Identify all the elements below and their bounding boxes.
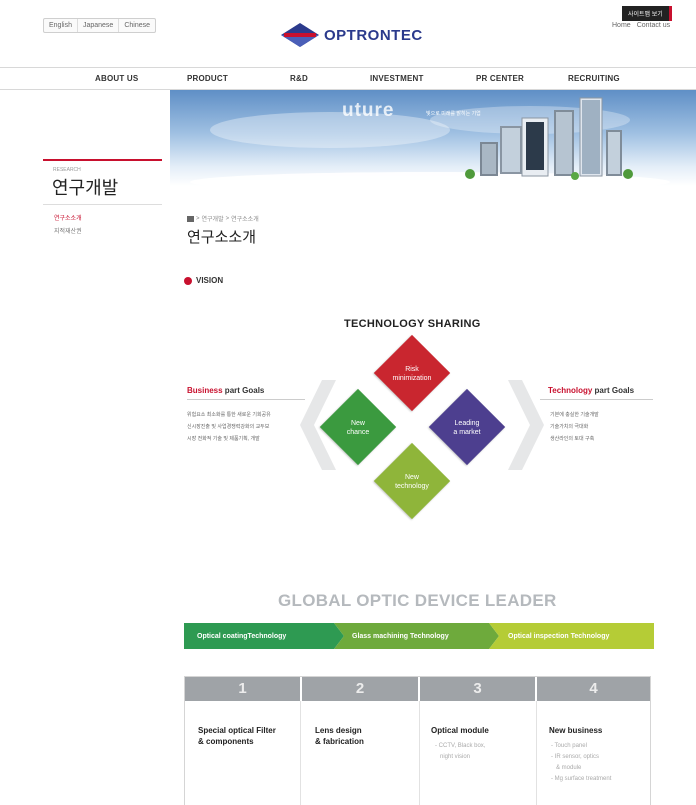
sidebar-accent-line <box>43 159 162 161</box>
ribbon-optical-inspection: Optical inspection Technology <box>508 632 610 640</box>
page-title: 연구소소개 <box>187 229 257 246</box>
step-title: Lens design & fabrication <box>315 726 364 746</box>
divider <box>187 399 305 400</box>
divider <box>300 701 301 805</box>
sidebar-item-lab-intro[interactable]: 연구소소개 <box>54 213 82 222</box>
technology-goals-heading: Technology part Goals <box>548 386 635 395</box>
sidebar-title: 연구개발 <box>52 178 119 198</box>
business-goals-text: 위험요소 최소화를 통한 새로운 기회공유 신시장진출 및 사업경쟁력강화의 교… <box>187 412 271 442</box>
top-bar: English Japanese Chinese OPTRONTEC 사이트맵 … <box>0 0 696 68</box>
step-title: New business <box>549 726 603 735</box>
bullet-icon <box>184 276 192 285</box>
breadcrumb-item: 연구소소개 <box>231 217 259 223</box>
step-subtext: - Touch panel - IR sensor, optics & module… <box>551 743 612 782</box>
nav-pr-center[interactable]: PR CENTER <box>476 74 524 83</box>
banner-tagline: 빛으로 미래를 밝히는 기업 <box>426 111 481 117</box>
sidebar-item-ip[interactable]: 지적재산권 <box>54 226 82 235</box>
city-skyline-illustration <box>190 97 670 186</box>
divider <box>540 399 653 400</box>
hero-banner: uture 빛으로 미래를 밝히는 기업 <box>170 90 696 186</box>
nav-investment[interactable]: INVESTMENT <box>370 74 424 83</box>
step-title: Optical module <box>431 726 489 735</box>
logo-text: OPTRONTEC <box>324 26 423 44</box>
sidebar-eng-label: RESEARCH <box>53 167 81 173</box>
step-title: Special optical Filter & components <box>198 726 276 746</box>
sidebar-divider <box>43 204 162 205</box>
step-subtext: - CCTV, Black box, night vision <box>435 743 486 760</box>
ribbon-optical-coating: Optical coatingTechnology <box>197 632 287 640</box>
banner-word: uture <box>342 100 395 121</box>
lang-english[interactable]: English <box>44 19 78 32</box>
sitemap-button[interactable]: 사이트맵 보기 <box>622 6 672 21</box>
vision-heading: VISION <box>184 276 223 285</box>
tech-sharing-title: TECHNOLOGY SHARING <box>344 318 481 330</box>
step-number: 3 <box>420 677 535 701</box>
ribbon-glass-machining: Glass machining Technology <box>352 632 449 640</box>
contact-link[interactable]: Contact us <box>637 22 670 29</box>
global-leader-heading: GLOBAL OPTIC DEVICE LEADER <box>278 591 557 610</box>
main-nav: ABOUT US PRODUCT R&D INVESTMENT PR CENTE… <box>0 68 696 90</box>
utility-links: Home Contact us <box>612 22 670 29</box>
divider <box>536 701 537 805</box>
diamond-risk-label: Risk minimization <box>392 366 432 382</box>
step-number: 2 <box>302 677 418 701</box>
technology-goals-text: 기본에 충실한 기술개발 기술가치의 극대화 생산라인의 토대 구축 <box>550 412 599 442</box>
right-chevron-icon <box>508 380 544 470</box>
step-number: 1 <box>185 677 300 701</box>
site-logo[interactable]: OPTRONTEC <box>280 22 423 48</box>
nav-recruiting[interactable]: RECRUITING <box>568 74 620 83</box>
diamond-market-label: Leading a market <box>453 420 481 436</box>
breadcrumb: > 연구개발 > 연구소소개 <box>187 214 259 223</box>
nav-product[interactable]: PRODUCT <box>187 74 228 83</box>
divider <box>419 701 420 805</box>
logo-icon <box>281 23 319 47</box>
nav-about-us[interactable]: ABOUT US <box>95 74 138 83</box>
lang-japanese[interactable]: Japanese <box>78 19 120 32</box>
diamond-technology-label: New technology <box>395 474 429 490</box>
language-selector: English Japanese Chinese <box>43 18 157 33</box>
diamond-chance-label: New chance <box>346 420 370 436</box>
business-goals-heading: Business part Goals <box>187 386 265 395</box>
home-link[interactable]: Home <box>612 22 631 29</box>
nav-rnd[interactable]: R&D <box>290 74 308 83</box>
home-icon[interactable] <box>187 215 194 222</box>
step-number: 4 <box>537 677 650 701</box>
lang-chinese[interactable]: Chinese <box>119 19 155 32</box>
breadcrumb-item[interactable]: 연구개발 <box>202 214 224 223</box>
